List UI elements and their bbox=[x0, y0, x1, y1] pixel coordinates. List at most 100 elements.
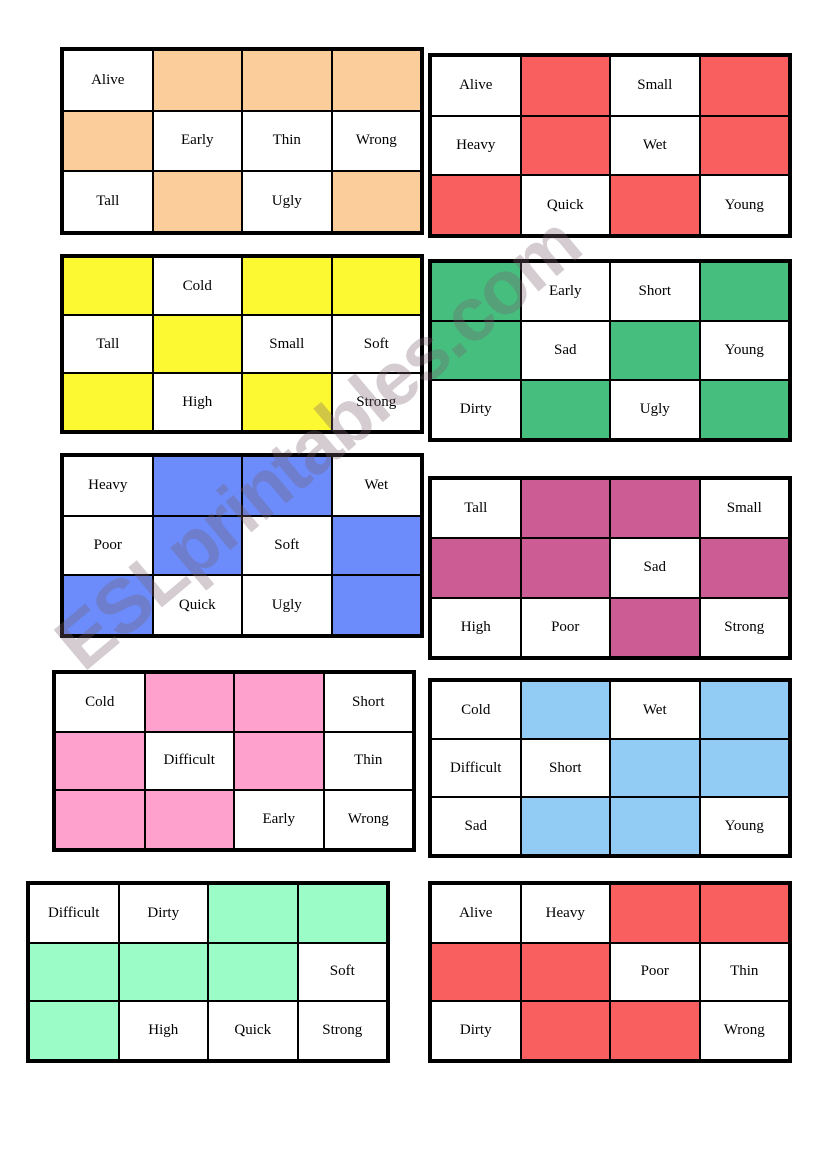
bingo-cell-word[interactable]: Short bbox=[322, 672, 414, 733]
bingo-cell-blank[interactable] bbox=[207, 883, 299, 944]
bingo-cell-word[interactable]: Cold bbox=[54, 672, 146, 733]
bingo-cell-blank[interactable] bbox=[609, 478, 701, 540]
bingo-cell-word[interactable]: Short bbox=[609, 261, 701, 322]
bingo-cell-word[interactable]: Wet bbox=[609, 114, 701, 177]
bingo-cell-blank[interactable] bbox=[430, 174, 522, 236]
bingo-cell-blank[interactable] bbox=[698, 261, 790, 322]
bingo-cell-blank[interactable] bbox=[519, 114, 611, 177]
bingo-cell-word[interactable]: Strong bbox=[330, 372, 422, 432]
bingo-cell-word[interactable]: Strong bbox=[698, 596, 790, 658]
bingo-cell-blank[interactable] bbox=[430, 941, 522, 1003]
bingo-cell-word[interactable]: Poor bbox=[62, 514, 154, 577]
bingo-cell-word[interactable]: Thin bbox=[698, 941, 790, 1003]
bingo-cell-word[interactable]: Tall bbox=[430, 478, 522, 540]
bingo-cell-word[interactable]: Quick bbox=[519, 174, 611, 236]
bingo-cell-word[interactable]: Young bbox=[698, 320, 790, 381]
bingo-cell-word[interactable]: Dirty bbox=[430, 1000, 522, 1061]
bingo-cell-word[interactable]: Alive bbox=[62, 49, 154, 112]
bingo-cell-word[interactable]: Alive bbox=[430, 883, 522, 944]
bingo-cell-word[interactable]: Dirty bbox=[117, 883, 209, 944]
bingo-cell-blank[interactable] bbox=[519, 537, 611, 599]
bingo-cell-word[interactable]: High bbox=[117, 1000, 209, 1061]
bingo-cell-word[interactable]: Ugly bbox=[241, 574, 333, 636]
bingo-cell-word[interactable]: Heavy bbox=[430, 114, 522, 177]
bingo-cell-word[interactable]: Tall bbox=[62, 170, 154, 233]
bingo-cell-word[interactable]: Heavy bbox=[62, 455, 154, 517]
bingo-cell-blank[interactable] bbox=[519, 379, 611, 440]
bingo-cell-word[interactable]: Early bbox=[151, 109, 243, 173]
bingo-cell-word[interactable]: Small bbox=[698, 478, 790, 540]
bingo-cell-blank[interactable] bbox=[117, 941, 209, 1003]
bingo-cell-word[interactable]: Ugly bbox=[241, 170, 333, 233]
bingo-cell-blank[interactable] bbox=[698, 680, 790, 740]
bingo-cell-word[interactable]: Tall bbox=[62, 314, 154, 374]
bingo-cell-blank[interactable] bbox=[241, 455, 333, 517]
bingo-cell-blank[interactable] bbox=[519, 1000, 611, 1061]
bingo-cell-blank[interactable] bbox=[609, 796, 701, 856]
bingo-cell-word[interactable]: Alive bbox=[430, 55, 522, 117]
bingo-cell-blank[interactable] bbox=[430, 537, 522, 599]
bingo-cell-blank[interactable] bbox=[241, 49, 333, 112]
bingo-cell-blank[interactable] bbox=[62, 574, 154, 636]
bingo-cell-word[interactable]: Short bbox=[519, 738, 611, 798]
bingo-cell-blank[interactable] bbox=[519, 478, 611, 540]
bingo-cell-word[interactable]: Quick bbox=[151, 574, 243, 636]
bingo-cell-word[interactable]: Soft bbox=[330, 314, 422, 374]
bingo-cell-blank[interactable] bbox=[241, 372, 333, 432]
bingo-cell-word[interactable]: Small bbox=[609, 55, 701, 117]
bingo-cell-blank[interactable] bbox=[519, 55, 611, 117]
bingo-cell-word[interactable]: Wrong bbox=[322, 789, 414, 850]
bingo-cell-blank[interactable] bbox=[698, 883, 790, 944]
bingo-cell-blank[interactable] bbox=[609, 1000, 701, 1061]
bingo-cell-blank[interactable] bbox=[430, 261, 522, 322]
bingo-cell-blank[interactable] bbox=[233, 672, 325, 733]
bingo-cell-word[interactable]: Soft bbox=[296, 941, 388, 1003]
bingo-cell-word[interactable]: Early bbox=[233, 789, 325, 850]
bingo-cell-blank[interactable] bbox=[330, 170, 422, 233]
bingo-cell-word[interactable]: Wrong bbox=[698, 1000, 790, 1061]
bingo-cell-blank[interactable] bbox=[330, 514, 422, 577]
bingo-cell-blank[interactable] bbox=[609, 174, 701, 236]
bingo-cell-word[interactable]: Heavy bbox=[519, 883, 611, 944]
bingo-cell-word[interactable]: Thin bbox=[322, 730, 414, 792]
bingo-cell-word[interactable]: High bbox=[151, 372, 243, 432]
bingo-cell-blank[interactable] bbox=[62, 372, 154, 432]
bingo-cell-blank[interactable] bbox=[609, 883, 701, 944]
bingo-cell-blank[interactable] bbox=[151, 455, 243, 517]
bingo-cell-blank[interactable] bbox=[609, 738, 701, 798]
bingo-cell-word[interactable]: Young bbox=[698, 796, 790, 856]
bingo-cell-blank[interactable] bbox=[296, 883, 388, 944]
bingo-cell-blank[interactable] bbox=[698, 55, 790, 117]
bingo-cell-blank[interactable] bbox=[28, 941, 120, 1003]
bingo-cell-blank[interactable] bbox=[151, 314, 243, 374]
bingo-cell-word[interactable]: Early bbox=[519, 261, 611, 322]
bingo-cell-blank[interactable] bbox=[609, 596, 701, 658]
bingo-cell-blank[interactable] bbox=[330, 256, 422, 316]
bingo-cell-blank[interactable] bbox=[233, 730, 325, 792]
bingo-cell-blank[interactable] bbox=[698, 114, 790, 177]
bingo-cell-blank[interactable] bbox=[54, 789, 146, 850]
bingo-cell-blank[interactable] bbox=[62, 256, 154, 316]
bingo-cell-blank[interactable] bbox=[698, 379, 790, 440]
bingo-cell-blank[interactable] bbox=[151, 49, 243, 112]
bingo-cell-blank[interactable] bbox=[207, 941, 299, 1003]
bingo-cell-word[interactable]: Strong bbox=[296, 1000, 388, 1061]
bingo-cell-word[interactable]: Wet bbox=[330, 455, 422, 517]
bingo-cell-word[interactable]: Difficult bbox=[430, 738, 522, 798]
bingo-cell-blank[interactable] bbox=[330, 574, 422, 636]
bingo-cell-blank[interactable] bbox=[519, 796, 611, 856]
bingo-cell-word[interactable]: Difficult bbox=[28, 883, 120, 944]
bingo-cell-blank[interactable] bbox=[698, 738, 790, 798]
bingo-cell-blank[interactable] bbox=[330, 49, 422, 112]
bingo-cell-word[interactable]: Difficult bbox=[143, 730, 235, 792]
bingo-cell-word[interactable]: Cold bbox=[151, 256, 243, 316]
bingo-cell-blank[interactable] bbox=[519, 680, 611, 740]
bingo-cell-word[interactable]: Sad bbox=[430, 796, 522, 856]
bingo-cell-blank[interactable] bbox=[54, 730, 146, 792]
bingo-cell-blank[interactable] bbox=[143, 672, 235, 733]
bingo-cell-word[interactable]: Quick bbox=[207, 1000, 299, 1061]
bingo-cell-word[interactable]: Sad bbox=[519, 320, 611, 381]
bingo-cell-word[interactable]: Cold bbox=[430, 680, 522, 740]
bingo-cell-blank[interactable] bbox=[28, 1000, 120, 1061]
bingo-cell-word[interactable]: Ugly bbox=[609, 379, 701, 440]
